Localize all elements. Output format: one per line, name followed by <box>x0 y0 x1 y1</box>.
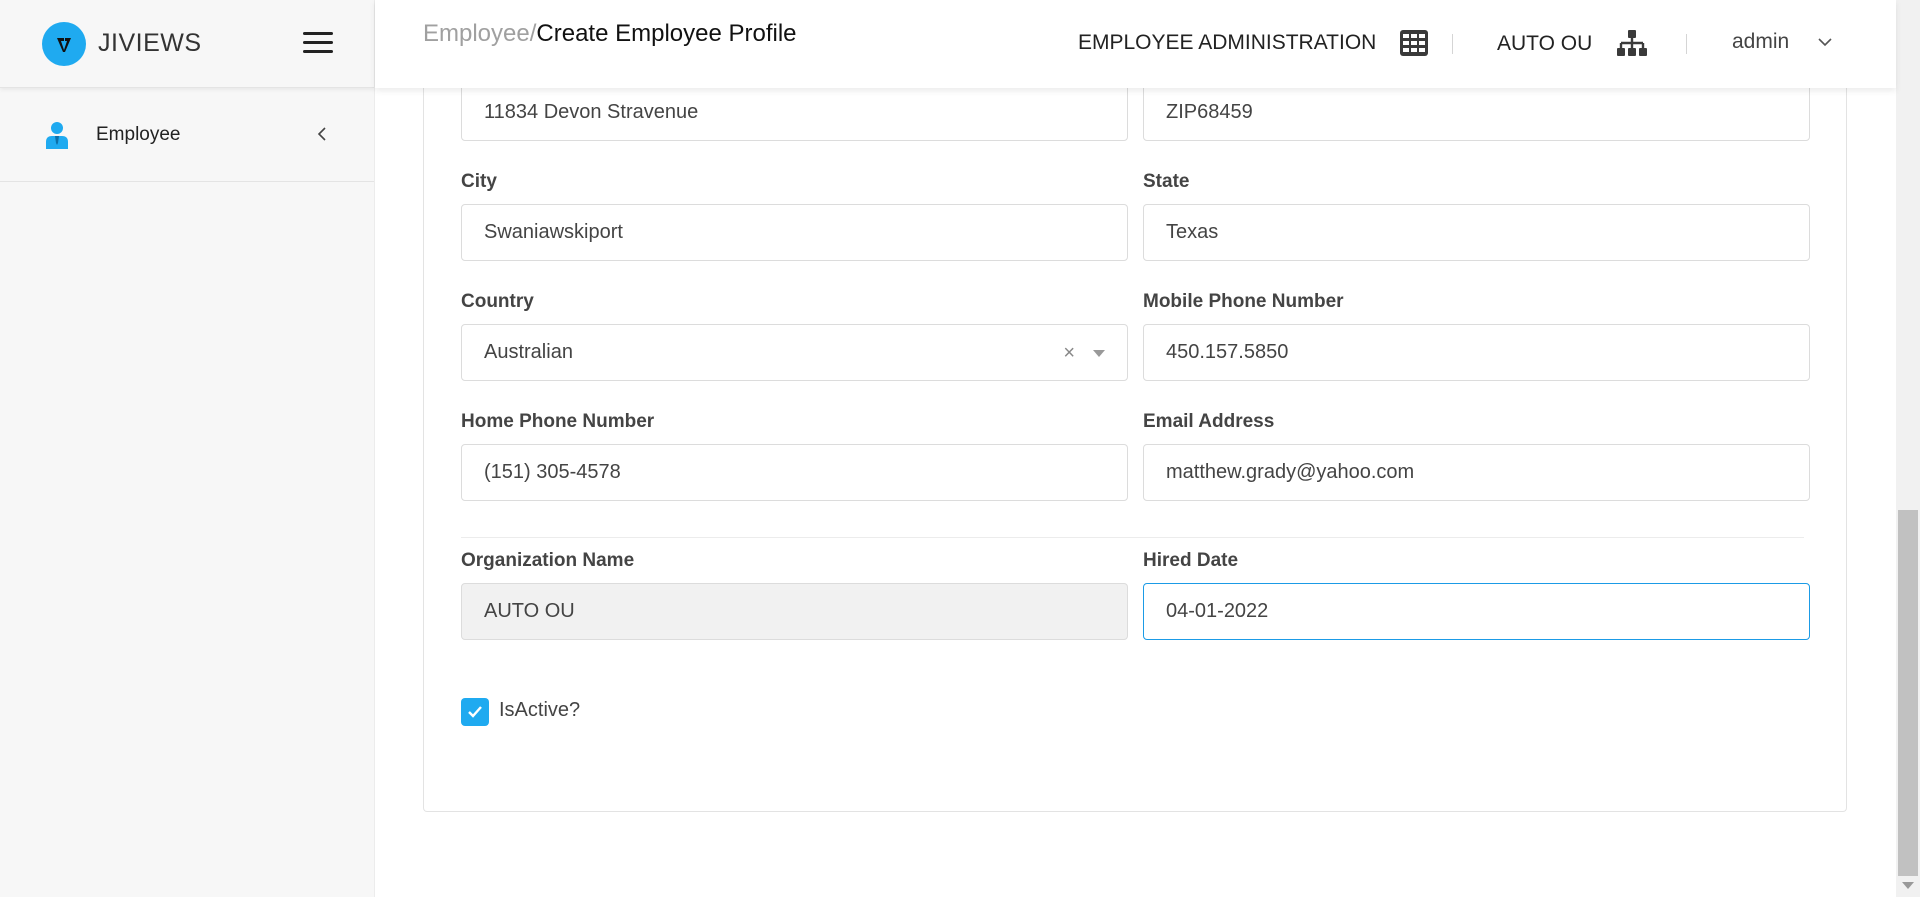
top-header: Employee/Create Employee Profile EMPLOYE… <box>375 0 1896 88</box>
module-label: EMPLOYEE ADMINISTRATION <box>1078 31 1377 54</box>
hired-date-label: Hired Date <box>1143 550 1239 571</box>
mobile-phone-label: Mobile Phone Number <box>1143 291 1344 312</box>
address-input[interactable]: 11834 Devon Stravenue <box>461 84 1128 141</box>
scrollbar-thumb[interactable] <box>1898 510 1918 876</box>
grid-icon[interactable] <box>1400 30 1429 56</box>
country-selected-value: Australian <box>484 341 573 363</box>
brand-name: JIVIEWS <box>98 29 202 57</box>
country-label: Country <box>461 291 534 312</box>
mobile-phone-input[interactable]: 450.157.5850 <box>1143 324 1810 381</box>
sidebar: JIVIEWS Employee <box>0 0 375 897</box>
org-unit-label: AUTO OU <box>1497 32 1593 55</box>
section-divider <box>461 537 1804 538</box>
state-label: State <box>1143 171 1190 192</box>
header-divider <box>1452 34 1453 54</box>
checkmark-icon <box>468 706 482 718</box>
home-phone-input[interactable]: (151) 305-4578 <box>461 444 1128 501</box>
user-name: admin <box>1732 30 1790 53</box>
page-title: Create Employee Profile <box>536 20 797 47</box>
state-input[interactable]: Texas <box>1143 204 1810 261</box>
org-chart-icon[interactable] <box>1616 30 1648 58</box>
brand-bar: JIVIEWS <box>0 0 374 88</box>
org-unit-switcher[interactable]: AUTO OU <box>1497 30 1648 58</box>
menu-toggle-icon[interactable] <box>303 32 333 54</box>
zip-input[interactable]: ZIP68459 <box>1143 84 1810 141</box>
breadcrumb: Employee/Create Employee Profile <box>423 20 797 48</box>
chevron-down-icon[interactable] <box>1817 37 1833 47</box>
email-input[interactable]: matthew.grady@yahoo.com <box>1143 444 1810 501</box>
user-icon <box>46 121 68 149</box>
chevron-left-icon[interactable] <box>316 126 328 142</box>
organization-label: Organization Name <box>461 550 635 571</box>
organization-input: AUTO OU <box>461 583 1128 640</box>
country-select[interactable]: Australian × <box>461 324 1128 381</box>
scroll-down-arrow-icon[interactable] <box>1902 882 1914 889</box>
city-input[interactable]: Swaniawskiport <box>461 204 1128 261</box>
caret-down-icon[interactable] <box>1093 350 1105 357</box>
clear-icon[interactable]: × <box>1063 342 1075 365</box>
city-label: City <box>461 171 497 192</box>
email-label: Email Address <box>1143 411 1275 432</box>
hired-date-input[interactable]: 04-01-2022 <box>1143 583 1810 640</box>
is-active-checkbox[interactable] <box>461 698 489 726</box>
v-logo-icon <box>42 21 86 66</box>
user-menu[interactable]: admin <box>1732 30 1833 54</box>
home-phone-label: Home Phone Number <box>461 411 655 432</box>
breadcrumb-parent[interactable]: Employee/ <box>423 20 536 47</box>
is-active-label: IsActive? <box>499 699 581 721</box>
module-switcher[interactable]: EMPLOYEE ADMINISTRATION <box>1078 30 1429 56</box>
header-divider <box>1686 34 1687 54</box>
sidebar-item-employee[interactable]: Employee <box>0 88 374 182</box>
sidebar-item-label: Employee <box>96 123 181 145</box>
